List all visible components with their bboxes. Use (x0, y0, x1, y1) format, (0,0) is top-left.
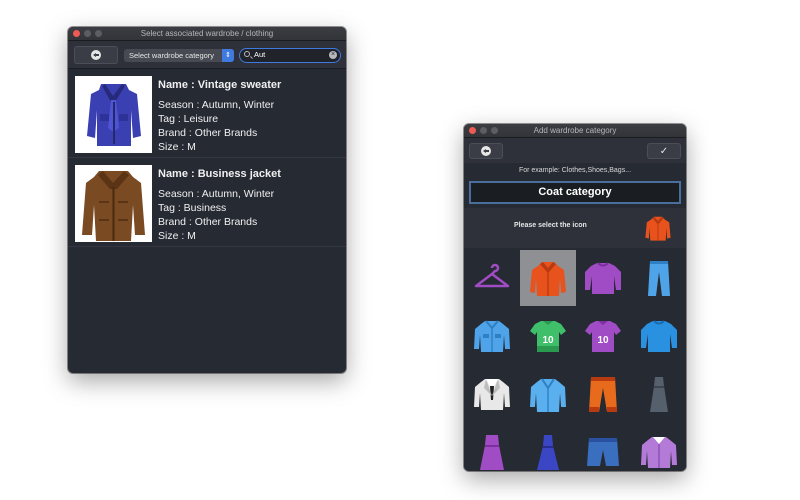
icon-option-green-jersey[interactable]: 10 (520, 308, 576, 364)
item-size: Size : M (158, 141, 196, 153)
item-season: Season : Autumn, Winter (158, 99, 275, 111)
toolbar: Select wardrobe category ⇕ Aut × (68, 41, 346, 69)
white-suit-icon (474, 379, 510, 410)
icon-option-gray-dress[interactable] (631, 366, 687, 422)
item-name: Name : Business jacket (158, 168, 281, 180)
jeans-icon (647, 261, 670, 296)
icon-option-purple-dress[interactable] (464, 424, 520, 471)
icon-option-purple-shirt[interactable] (631, 424, 687, 471)
blue-shorts-icon (587, 438, 619, 466)
item-tag: Tag : Business (158, 202, 227, 214)
jacket-image (75, 165, 152, 242)
sweater-image (75, 76, 152, 153)
icon-option-denim-jacket[interactable] (464, 308, 520, 364)
back-button[interactable] (74, 46, 118, 64)
icon-select-label: Please select the icon (514, 222, 587, 229)
add-category-window: Add wardrobe category ✓ For example: Clo… (464, 124, 686, 471)
item-brand: Brand : Other Brands (158, 216, 258, 228)
icon-option-blue-shorts[interactable] (575, 424, 631, 471)
hanger-icon (474, 263, 510, 288)
icon-option-orange-jacket[interactable] (519, 250, 576, 306)
window-title: Add wardrobe category (533, 126, 617, 135)
purple-jersey-icon: 10 (585, 321, 621, 352)
item-size: Size : M (158, 230, 196, 242)
back-button[interactable] (469, 143, 503, 159)
blue-coat-icon (529, 378, 566, 412)
icon-option-orange-pants[interactable] (575, 366, 631, 422)
item-season: Season : Autumn, Winter (158, 188, 275, 200)
icon-grid: 10 10 (464, 250, 686, 471)
blue-gown-icon (536, 435, 559, 470)
green-jersey-icon: 10 (529, 321, 566, 352)
hint-text: For example: Clothes,Shoes,Bags... (518, 167, 632, 174)
purple-dress-icon (480, 435, 504, 470)
search-icon (244, 51, 250, 57)
icon-option-blue-sweater[interactable] (631, 308, 687, 364)
jersey-number: 10 (542, 335, 554, 346)
denim-jacket-icon (474, 320, 510, 352)
confirm-button[interactable]: ✓ (647, 143, 681, 159)
search-input[interactable]: Aut × (239, 48, 341, 63)
category-name-input[interactable]: Coat category (469, 181, 681, 204)
purple-sweater-icon (585, 262, 621, 294)
select-value: Select wardrobe category (129, 51, 215, 60)
jersey-number: 10 (597, 335, 609, 346)
icon-option-white-suit[interactable] (464, 366, 520, 422)
icon-option-blue-gown[interactable] (520, 424, 576, 471)
icon-option-purple-jersey[interactable]: 10 (575, 308, 631, 364)
item-info: Name : Business jacket Season : Autumn, … (158, 167, 281, 243)
item-brand: Brand : Other Brands (158, 127, 258, 139)
titlebar: Select associated wardrobe / clothing (68, 27, 346, 41)
item-info: Name : Vintage sweater Season : Autumn, … (158, 78, 281, 154)
item-tag: Tag : Leisure (158, 113, 219, 125)
blue-sweater-icon (640, 320, 677, 352)
chevron-updown-icon: ⇕ (222, 49, 234, 62)
window-title: Select associated wardrobe / clothing (140, 29, 274, 38)
icon-option-hanger[interactable] (464, 250, 520, 306)
orange-jacket-icon (529, 262, 566, 296)
purple-shirt-icon (640, 437, 677, 468)
item-name: Name : Vintage sweater (158, 79, 282, 91)
wardrobe-category-select[interactable]: Select wardrobe category ⇕ (124, 49, 234, 62)
list-item[interactable]: Name : Business jacket Season : Autumn, … (68, 159, 346, 247)
back-arrow-icon (91, 50, 101, 60)
checkmark-icon: ✓ (659, 145, 669, 157)
list-item[interactable]: Name : Vintage sweater Season : Autumn, … (68, 70, 346, 158)
toolbar: ✓ (464, 138, 686, 163)
icon-option-jeans[interactable] (631, 250, 687, 306)
icon-option-purple-sweater[interactable] (575, 250, 631, 306)
select-wardrobe-window: Select associated wardrobe / clothing Se… (68, 27, 346, 373)
icon-selector-row: Please select the icon (464, 208, 686, 248)
clear-search-icon[interactable]: × (329, 51, 337, 59)
orange-pants-icon (589, 377, 617, 412)
selected-jacket-icon (645, 216, 671, 241)
gray-dress-icon (649, 377, 668, 412)
search-value: Aut (254, 50, 266, 59)
icon-option-blue-coat[interactable] (520, 366, 576, 422)
back-arrow-icon (481, 146, 491, 156)
titlebar: Add wardrobe category (464, 124, 686, 138)
